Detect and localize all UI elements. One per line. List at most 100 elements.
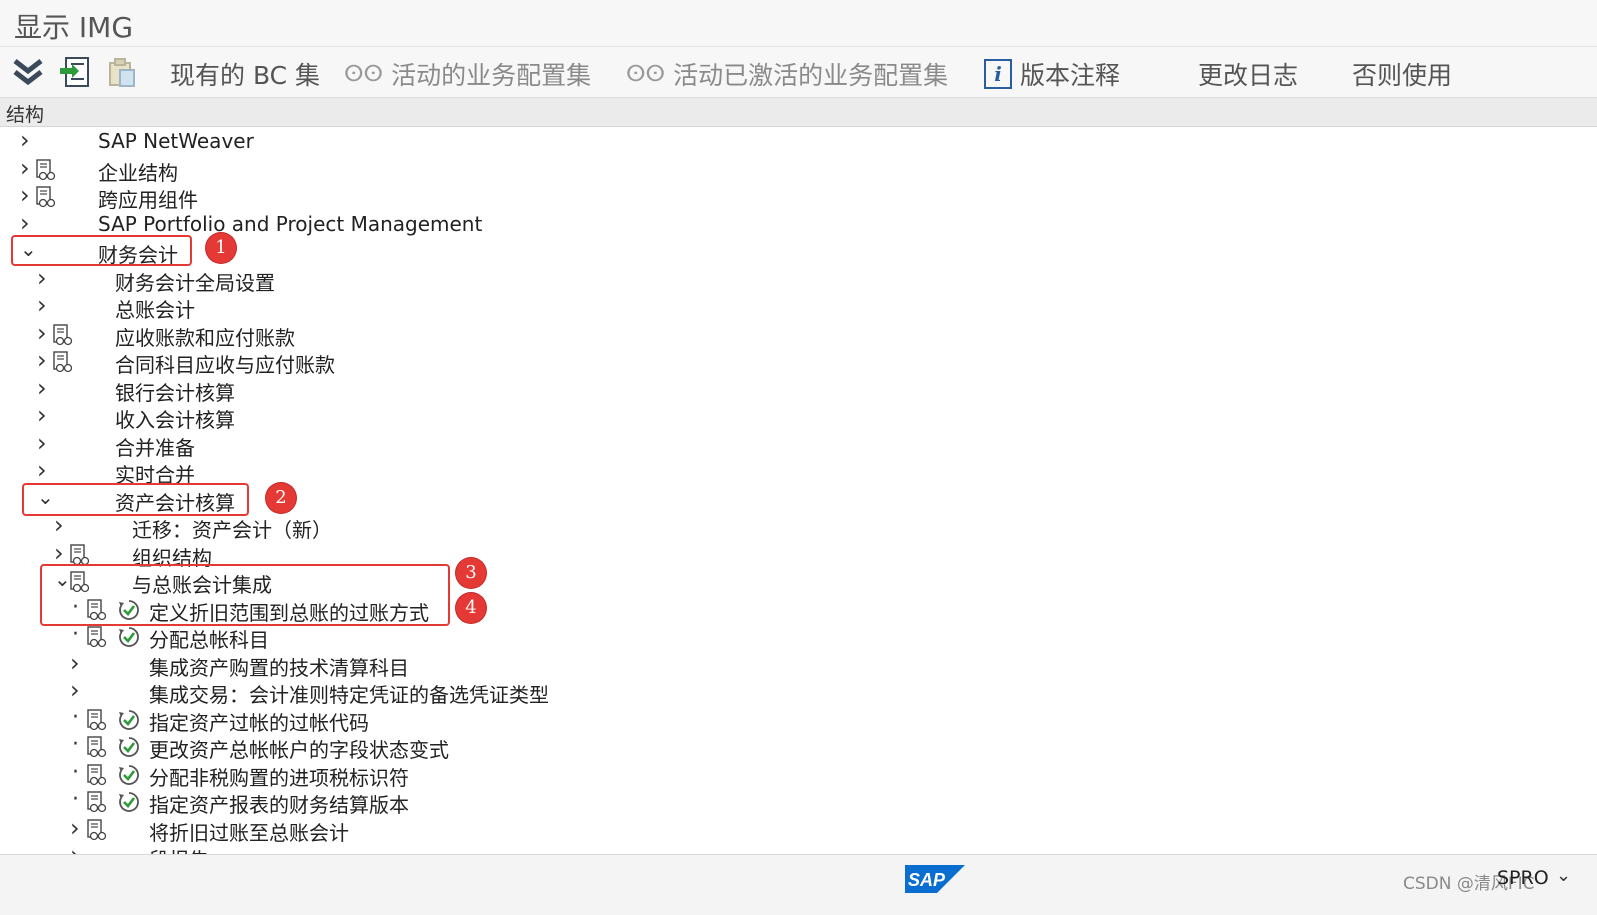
tree-node-ar-ap[interactable]: 应收账款和应付账款	[0, 321, 900, 350]
execute-icon[interactable]	[118, 764, 140, 786]
leaf-dot-icon	[72, 766, 86, 782]
sap-logo-text: SAP	[908, 870, 946, 890]
annotation-marker-3: 3	[456, 558, 486, 588]
tree-node-cross-application[interactable]: 跨应用组件	[0, 183, 900, 212]
tree-node-label: 迁移：资产会计（新）	[132, 518, 332, 542]
document-icon[interactable]	[86, 736, 108, 758]
tree-node-label: 总账会计	[115, 298, 195, 322]
tree-node-gl-accounting[interactable]: 总账会计	[0, 293, 900, 322]
expand-icon[interactable]	[37, 298, 51, 314]
tree-node-label: 跨应用组件	[98, 188, 198, 212]
existing-bc-sets-button[interactable]: 现有的 BC 集	[170, 56, 320, 92]
expand-icon[interactable]	[70, 656, 84, 672]
expand-icon[interactable]	[37, 381, 51, 397]
tree-node-label: 企业结构	[98, 161, 178, 185]
document-icon[interactable]	[86, 626, 108, 648]
document-icon[interactable]	[35, 159, 57, 181]
else-use-button[interactable]: 否则使用	[1352, 56, 1452, 92]
tree-node-label: 集成资产购置的技术清算科目	[149, 656, 409, 680]
expand-icon[interactable]	[70, 821, 84, 837]
tree-node-label: 集成交易：会计准则特定凭证的备选凭证类型	[149, 683, 549, 707]
expand-icon[interactable]	[20, 216, 34, 232]
execute-icon[interactable]	[118, 791, 140, 813]
tree-node-label: 段报告	[149, 844, 209, 854]
annotation-marker-2: 2	[266, 483, 296, 513]
tree-node-enterprise-structure[interactable]: 企业结构	[0, 156, 900, 185]
active-bc-sets-label: 活动的业务配置集	[391, 61, 592, 90]
expand-icon[interactable]	[37, 436, 51, 452]
annotation-box-2	[22, 483, 249, 516]
active-bc-sets-button[interactable]: ⵙⵙ 活动的业务配置集	[344, 56, 591, 92]
tree-node-post-depreciation[interactable]: 将折旧过账至总账会计	[0, 816, 900, 845]
tree-node-label: SAP NetWeaver	[98, 129, 254, 153]
expand-icon[interactable]	[37, 463, 51, 479]
transaction-code: SPRO	[1497, 867, 1549, 889]
tree-node-contract-ar-ap[interactable]: 合同科目应收与应付账款	[0, 348, 900, 377]
expand-icon[interactable]	[20, 133, 34, 149]
document-icon[interactable]	[52, 351, 74, 373]
annotation-marker-4: 4	[456, 593, 486, 623]
tree-node-sap-netweaver[interactable]: SAP NetWeaver	[0, 128, 900, 155]
tree-node-label: 收入会计核算	[115, 408, 235, 432]
expand-icon[interactable]	[37, 353, 51, 369]
document-icon[interactable]	[35, 186, 57, 208]
tree-node-ppm[interactable]: SAP Portfolio and Project Management	[0, 211, 900, 238]
tree-node-label: 应收账款和应付账款	[115, 326, 295, 350]
clipboard-icon[interactable]	[104, 55, 138, 89]
expand-icon[interactable]	[20, 188, 34, 204]
change-log-button[interactable]: 更改日志	[1198, 56, 1298, 92]
tree-node-realtime-consolidation[interactable]: 实时合并	[0, 458, 900, 487]
structure-header-label: 结构	[6, 104, 45, 126]
leaf-dot-icon	[72, 738, 86, 754]
activated-bc-sets-button[interactable]: ⵙⵙ 活动已激活的业务配置集	[626, 56, 948, 92]
execute-icon[interactable]	[118, 626, 140, 648]
tree-node-clearing-accounts[interactable]: 集成资产购置的技术清算科目	[0, 651, 900, 680]
status-bar: SAP CSDN @清风FIC SPRO ⌄	[0, 854, 1597, 915]
tree-node-label: 将折旧过账至总账会计	[149, 821, 349, 845]
expand-icon[interactable]	[37, 271, 51, 287]
execute-icon[interactable]	[118, 709, 140, 731]
tree-node-fi-global-settings[interactable]: 财务会计全局设置	[0, 266, 900, 295]
collapse-all-icon[interactable]	[11, 55, 45, 89]
document-icon[interactable]	[86, 709, 108, 731]
document-icon[interactable]	[86, 791, 108, 813]
tree-node-label: 财务会计全局设置	[115, 271, 275, 295]
tree-node-field-status-variant[interactable]: 更改资产总帐帐户的字段状态变式	[0, 733, 900, 762]
document-icon[interactable]	[52, 324, 74, 346]
position-icon[interactable]	[58, 55, 92, 89]
tree-node-label: SAP Portfolio and Project Management	[98, 212, 483, 236]
tree-node-assign-gl-accounts[interactable]: 分配总帐科目	[0, 623, 900, 652]
tree-node-label: 合并准备	[115, 436, 195, 460]
glasses-icon: ⵙⵙ	[344, 61, 384, 87]
tree-node-segment-reporting[interactable]: 段报告	[0, 843, 900, 854]
annotation-box-1	[11, 235, 192, 266]
expand-icon[interactable]	[37, 326, 51, 342]
tree-node-input-tax-indicator[interactable]: 分配非税购置的进项税标识符	[0, 761, 900, 790]
tree-node-label: 合同科目应收与应付账款	[115, 353, 335, 377]
expand-icon[interactable]	[54, 518, 68, 534]
tree-node-bank-accounting[interactable]: 银行会计核算	[0, 376, 900, 405]
tree-node-migration[interactable]: 迁移：资产会计（新）	[0, 513, 900, 542]
expand-icon[interactable]	[70, 683, 84, 699]
document-icon[interactable]	[86, 764, 108, 786]
leaf-dot-icon	[72, 793, 86, 809]
tree-node-label: 分配总帐科目	[149, 628, 269, 652]
expand-icon[interactable]	[54, 546, 68, 562]
tree-node-fs-version[interactable]: 指定资产报表的财务结算版本	[0, 788, 900, 817]
expand-icon[interactable]	[37, 408, 51, 424]
toolbar: 现有的 BC 集 ⵙⵙ 活动的业务配置集 ⵙⵙ 活动已激活的业务配置集 i 版本…	[0, 47, 1597, 98]
annotation-marker-1: 1	[206, 233, 236, 263]
tree-node-revenue-accounting[interactable]: 收入会计核算	[0, 403, 900, 432]
document-icon[interactable]	[86, 819, 108, 841]
tree-node-posting-keys[interactable]: 指定资产过帐的过帐代码	[0, 706, 900, 735]
tree-node-consolidation-prep[interactable]: 合并准备	[0, 431, 900, 460]
expand-icon[interactable]	[20, 161, 34, 177]
document-icon[interactable]	[69, 544, 91, 566]
img-tree: SAP NetWeaver 企业结构 跨应用组件 SAP Portfolio a…	[0, 127, 1597, 854]
execute-icon[interactable]	[118, 736, 140, 758]
chevron-down-icon[interactable]: ⌄	[1556, 865, 1571, 886]
tree-node-alt-doc-types[interactable]: 集成交易：会计准则特定凭证的备选凭证类型	[0, 678, 900, 707]
tree-node-label: 指定资产过帐的过帐代码	[149, 711, 369, 735]
tree-node-label: 分配非税购置的进项税标识符	[149, 766, 409, 790]
release-notes-button[interactable]: i 版本注释	[984, 56, 1120, 92]
